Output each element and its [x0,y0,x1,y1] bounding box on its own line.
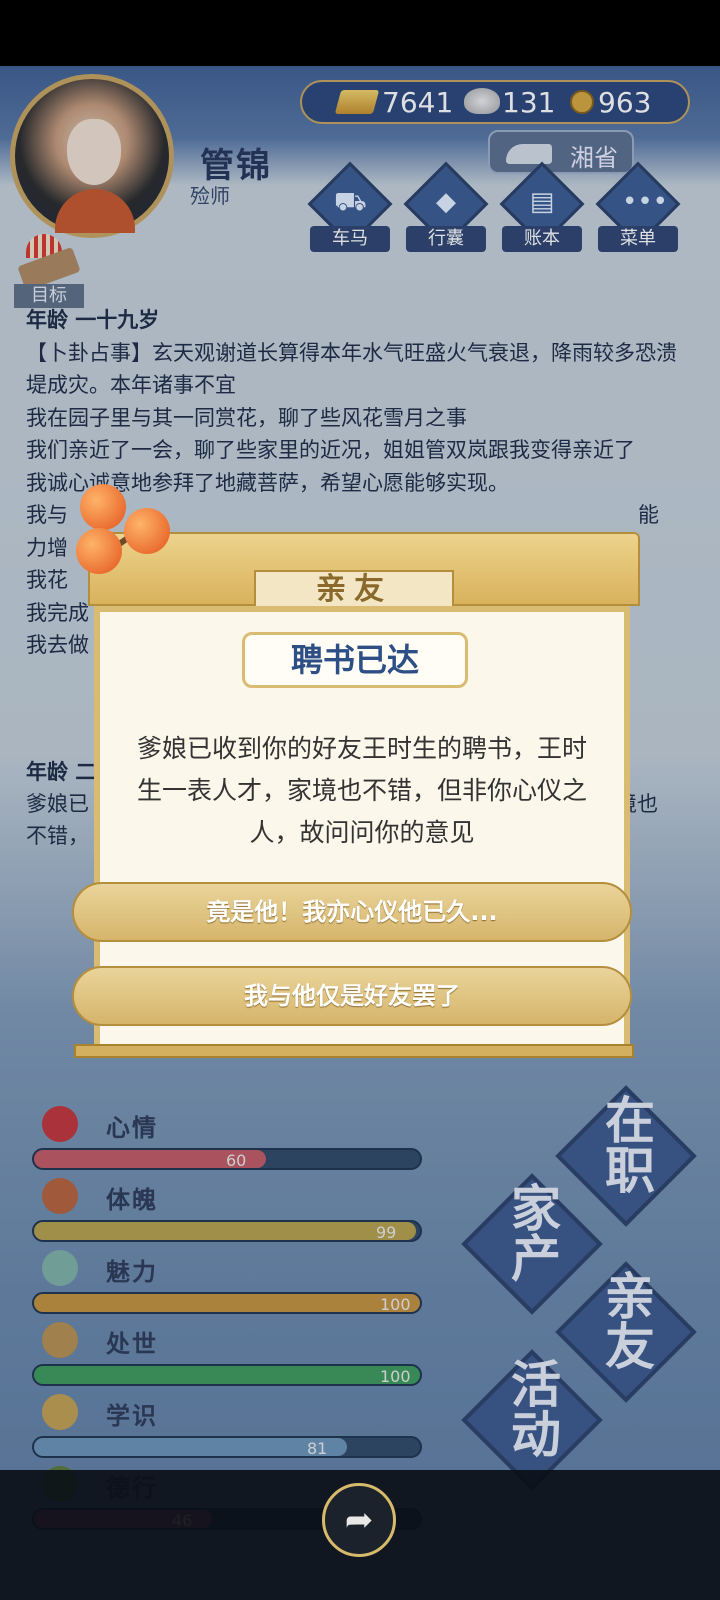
status-bar [0,0,720,66]
share-icon: ➦ [344,1500,374,1540]
proposal-dialog: 亲友 聘书已达 爹娘已收到你的好友王时生的聘书，王时生一表人才，家境也不错，但非… [72,532,640,1072]
fruit [124,508,170,554]
share-button[interactable]: ➦ [322,1483,396,1557]
accept-button[interactable]: 竟是他！我亦心仪他已久... [72,882,632,942]
dialog-tab: 亲友 [254,570,454,610]
fruit [80,484,126,530]
dialog-base [74,1044,634,1058]
candied-fruit-icon [70,484,180,604]
decline-button[interactable]: 我与他仅是好友罢了 [72,966,632,1026]
dialog-title: 聘书已达 [242,632,468,688]
dialog-message: 爹娘已收到你的好友王时生的聘书，王时生一表人才，家境也不错，但非你心仪之人，故问… [136,734,587,847]
fruit [76,528,122,574]
